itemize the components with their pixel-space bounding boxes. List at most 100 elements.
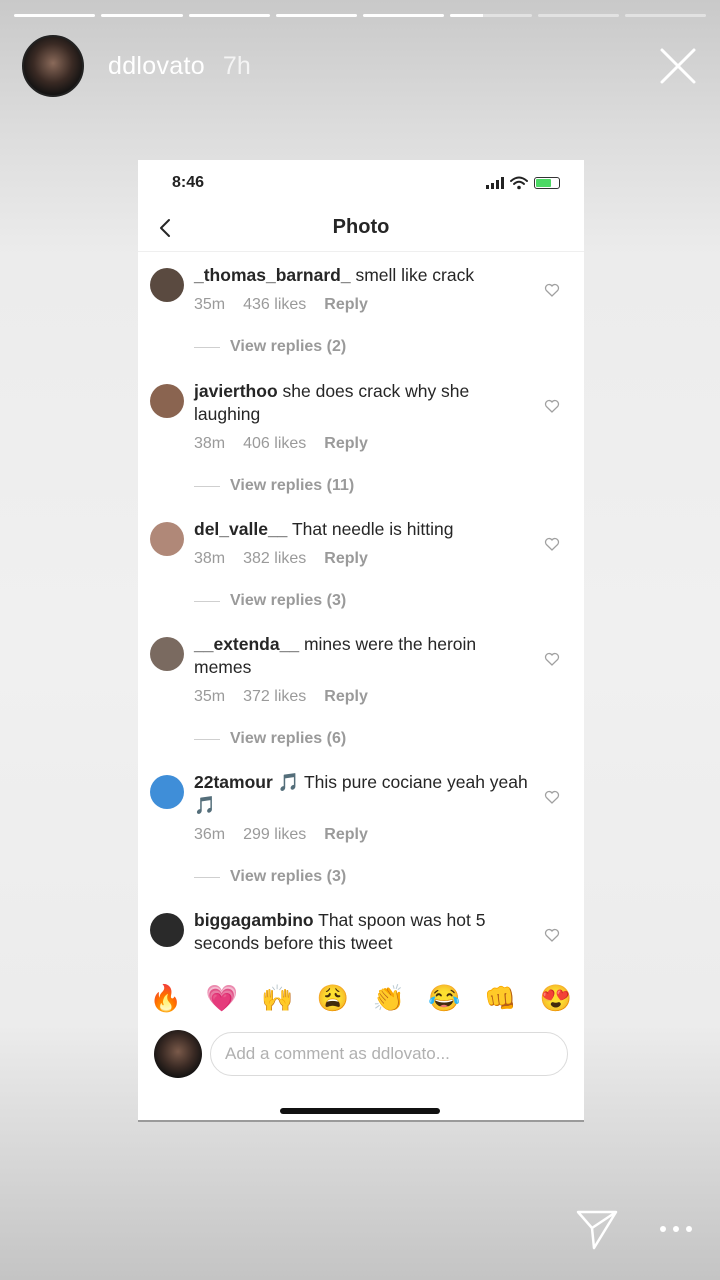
comment-time: 35m <box>194 296 226 313</box>
comment-item: biggagambino That spoon was hot 5 second… <box>138 909 584 958</box>
story-username[interactable]: ddlovato <box>108 52 205 81</box>
avatar <box>154 1030 202 1078</box>
heart-outline-icon[interactable] <box>544 927 560 943</box>
reply-button[interactable]: Reply <box>324 435 368 453</box>
reply-button[interactable]: Reply <box>324 550 368 568</box>
comment-item: _thomas_barnard_ smell like crack 35m 436… <box>138 264 584 364</box>
battery-icon <box>534 177 560 189</box>
comment-meta: 36m 299 likes Reply <box>194 826 368 844</box>
paper-plane-icon[interactable] <box>574 1206 620 1252</box>
comment-time: 38m <box>194 435 226 452</box>
comment-username[interactable]: _thomas_barnard_ <box>194 265 351 285</box>
comment-username[interactable]: del_valle__ <box>194 519 287 539</box>
comment-body: That needle is hitting <box>291 519 454 539</box>
heart-outline-icon[interactable] <box>544 282 560 298</box>
comment-time: 36m <box>194 826 226 843</box>
progress-segment <box>14 14 96 17</box>
story-timestamp: 7h <box>222 51 251 80</box>
view-replies-button[interactable]: View replies (3) <box>194 592 346 610</box>
progress-segment <box>275 14 357 17</box>
avatar[interactable] <box>150 775 184 809</box>
progress-segment <box>624 14 706 17</box>
close-button[interactable] <box>658 46 698 86</box>
heart-outline-icon[interactable] <box>544 789 560 805</box>
emoji-clapping[interactable]: 👏 <box>371 980 407 1016</box>
story-avatar[interactable] <box>22 35 84 97</box>
view-replies-label: View replies (11) <box>230 477 355 494</box>
emoji-fire[interactable]: 🔥 <box>148 980 184 1016</box>
comment-username[interactable]: __extenda__ <box>194 634 299 654</box>
emoji-quick-bar: 🔥 💗 🙌 😩 👏 😂 👊 😍 <box>148 978 574 1018</box>
comment-username[interactable]: 22tamour <box>194 772 273 792</box>
progress-segment <box>101 14 183 17</box>
avatar[interactable] <box>150 268 184 302</box>
view-replies-button[interactable]: View replies (3) <box>194 868 346 886</box>
reply-button[interactable]: Reply <box>324 826 368 844</box>
progress-segment <box>537 14 619 17</box>
progress-segment <box>450 14 532 17</box>
view-replies-label: View replies (3) <box>230 592 347 609</box>
comment-likes[interactable]: 299 likes <box>243 826 306 844</box>
comment-username[interactable]: biggagambino <box>194 910 314 930</box>
avatar[interactable] <box>150 913 184 947</box>
comment-likes[interactable]: 372 likes <box>243 688 306 706</box>
story-footer <box>574 1206 692 1252</box>
reply-button[interactable]: Reply <box>324 296 368 314</box>
comment-body: smell like crack <box>355 265 475 285</box>
heart-outline-icon[interactable] <box>544 536 560 552</box>
comment-time: 38m <box>194 550 226 567</box>
comment-meta: 35m 436 likes Reply <box>194 296 368 314</box>
view-replies-label: View replies (6) <box>230 730 347 747</box>
comments-list: _thomas_barnard_ smell like crack 35m 436… <box>138 258 584 958</box>
comment-meta: 35m 372 likes Reply <box>194 688 368 706</box>
comment-composer <box>154 1030 568 1078</box>
status-icons <box>486 176 560 190</box>
page-title: Photo <box>332 216 390 238</box>
emoji-heart-eyes[interactable]: 😍 <box>538 980 574 1016</box>
embedded-screenshot: 8:46 Photo _thomas_barnard_ smell like c… <box>138 160 584 1122</box>
reply-button[interactable]: Reply <box>324 688 368 706</box>
avatar[interactable] <box>150 384 184 418</box>
avatar[interactable] <box>150 637 184 671</box>
comment-meta: 38m 406 likes Reply <box>194 435 368 453</box>
emoji-fist[interactable]: 👊 <box>482 980 518 1016</box>
story-progress-bar <box>14 14 706 18</box>
emoji-weary-face[interactable]: 😩 <box>315 980 351 1016</box>
comment-meta: 38m 382 likes Reply <box>194 550 368 568</box>
comment-text: javierthoo she does crack why she laughi… <box>194 380 532 426</box>
comment-likes[interactable]: 382 likes <box>243 550 306 568</box>
signal-icon <box>486 177 504 189</box>
view-replies-button[interactable]: View replies (11) <box>194 477 354 495</box>
comment-item: javierthoo she does crack why she laughi… <box>138 380 584 500</box>
avatar[interactable] <box>150 522 184 556</box>
comment-username[interactable]: javierthoo <box>194 381 278 401</box>
home-indicator <box>280 1108 440 1114</box>
comment-input[interactable] <box>210 1032 568 1076</box>
comment-item: __extenda__ mines were the heroin memes … <box>138 633 584 753</box>
story-header: ddlovato 7h <box>22 34 698 98</box>
view-replies-label: View replies (2) <box>230 338 347 355</box>
comment-time: 35m <box>194 688 226 705</box>
view-replies-button[interactable]: View replies (2) <box>194 338 346 356</box>
emoji-heart[interactable]: 💗 <box>204 980 240 1016</box>
more-horizontal-icon[interactable] <box>660 1224 692 1234</box>
nav-bar: Photo <box>138 208 584 252</box>
close-icon <box>660 48 696 84</box>
comment-likes[interactable]: 436 likes <box>243 296 306 314</box>
comment-text: __extenda__ mines were the heroin memes <box>194 633 532 679</box>
heart-outline-icon[interactable] <box>544 398 560 414</box>
status-bar: 8:46 <box>138 172 584 196</box>
view-replies-button[interactable]: View replies (6) <box>194 730 346 748</box>
comment-likes[interactable]: 406 likes <box>243 435 306 453</box>
emoji-laughing[interactable]: 😂 <box>427 980 463 1016</box>
progress-segment <box>188 14 270 17</box>
emoji-raised-hands[interactable]: 🙌 <box>259 980 295 1016</box>
comment-text: del_valle__ That needle is hitting <box>194 518 532 541</box>
heart-outline-icon[interactable] <box>544 651 560 667</box>
comment-item: 22tamour 🎵 This pure cociane yeah yeah 🎵… <box>138 771 584 891</box>
comment-text: biggagambino That spoon was hot 5 second… <box>194 909 532 955</box>
progress-segment <box>363 14 445 17</box>
wifi-icon <box>510 176 528 190</box>
view-replies-label: View replies (3) <box>230 868 347 885</box>
comment-text: 22tamour 🎵 This pure cociane yeah yeah 🎵 <box>194 771 532 817</box>
